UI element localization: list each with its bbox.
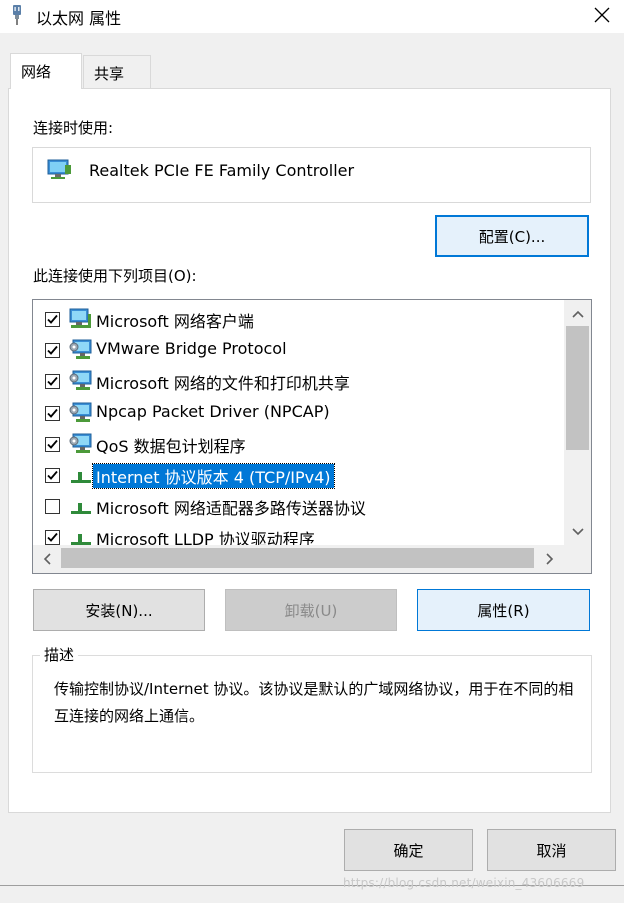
close-button[interactable] [584,0,620,30]
description-title: 描述 [40,644,79,665]
properties-button-label: 属性(R) [477,601,530,620]
configure-button-label: 配置(C)... [478,227,546,246]
list-item[interactable]: Microsoft 网络客户端 [33,303,565,334]
checkmark-icon [47,377,58,387]
item-label: Microsoft 网络适配器多路传送器协议 [96,499,366,519]
tab-label: 共享 [94,65,125,83]
list-item[interactable]: Microsoft 网络适配器多路传送器协议 [33,490,565,521]
ok-button[interactable]: 确定 [344,829,473,871]
list-item[interactable]: Microsoft 网络的文件和打印机共享 [33,365,565,396]
item-label: Microsoft 网络的文件和打印机共享 [96,374,350,394]
protocol-icon [69,464,93,490]
vertical-scrollbar[interactable] [564,300,591,545]
description-text: 传输控制协议/Internet 协议。该协议是默认的广域网络协议，用于在不同的相… [54,680,574,725]
properties-button[interactable]: 属性(R) [417,589,590,631]
network-service-icon [69,402,93,428]
components-list[interactable]: Microsoft 网络客户端 VMware Bridge Protocol Mic… [32,299,592,574]
ethernet-plug-icon [13,5,21,25]
item-checkbox[interactable] [45,312,60,327]
scroll-thumb[interactable] [566,326,589,450]
scroll-down-button[interactable] [564,520,591,544]
protocol-icon [69,495,93,521]
item-checkbox[interactable] [45,374,60,390]
item-label: VMware Bridge Protocol [96,339,287,359]
item-checkbox[interactable] [45,343,60,359]
horizontal-scrollbar[interactable] [33,545,564,573]
uninstall-button[interactable]: 卸载(U) [225,589,397,631]
list-item[interactable]: Npcap Packet Driver (NPCAP) [33,397,565,428]
item-label: Npcap Packet Driver (NPCAP) [96,401,330,421]
hscroll-thumb[interactable] [61,548,534,568]
list-item[interactable]: QoS 数据包计划程序 [33,428,565,459]
install-button-label: 安装(N)... [85,601,153,620]
tab-sharing[interactable]: 共享 [83,55,151,88]
network-service-icon [69,370,93,396]
chevron-left-icon [43,553,51,565]
tab-network[interactable]: 网络 [10,53,82,89]
item-checkbox[interactable] [45,530,60,546]
list-item[interactable]: VMware Bridge Protocol [33,334,565,365]
adapter-box: Realtek PCIe FE Family Controller [32,147,591,203]
watermark: https://blog.csdn.net/weixin_43606669 [343,876,585,890]
title-bar: 以太网 属性 [0,0,624,33]
checkmark-icon [47,470,58,480]
checkmark-icon [47,346,58,356]
uninstall-button-label: 卸载(U) [284,601,338,620]
item-label: Internet 协议版本 4 (TCP/IPv4) [92,463,335,489]
window-title: 以太网 属性 [36,9,122,28]
item-label: Microsoft 网络客户端 [96,312,254,331]
checkmark-icon [47,314,58,324]
tab-label: 网络 [21,63,52,81]
adapter-name: Realtek PCIe FE Family Controller [89,161,355,180]
checkmark-icon [47,533,58,543]
network-service-icon [69,433,93,459]
item-checkbox[interactable] [45,499,60,515]
cancel-button-label: 取消 [536,841,567,860]
scroll-right-button[interactable] [537,545,563,573]
scroll-left-button[interactable] [34,545,60,573]
scroll-up-button[interactable] [564,302,591,326]
chevron-up-icon [571,310,584,318]
network-client-icon [69,308,93,334]
close-icon [594,7,610,23]
item-checkbox[interactable] [45,405,60,421]
configure-button[interactable]: 配置(C)... [435,215,589,257]
chevron-right-icon [546,553,554,565]
ok-button-label: 确定 [393,841,424,860]
items-label: 此连接使用下列项目(O): [33,267,197,285]
checkmark-icon [47,408,58,418]
list-item[interactable]: Internet 协议版本 4 (TCP/IPv4) [33,459,565,490]
connect-using-label: 连接时使用: [33,119,114,137]
checkmark-icon [47,439,58,449]
network-service-icon [69,339,93,365]
item-label: QoS 数据包计划程序 [96,436,246,456]
item-checkbox[interactable] [45,436,60,452]
item-checkbox[interactable] [45,468,60,483]
network-adapter-icon [47,159,71,179]
install-button[interactable]: 安装(N)... [33,589,205,631]
cancel-button[interactable]: 取消 [487,829,616,871]
scroll-corner [564,545,591,573]
chevron-down-icon [571,528,584,536]
